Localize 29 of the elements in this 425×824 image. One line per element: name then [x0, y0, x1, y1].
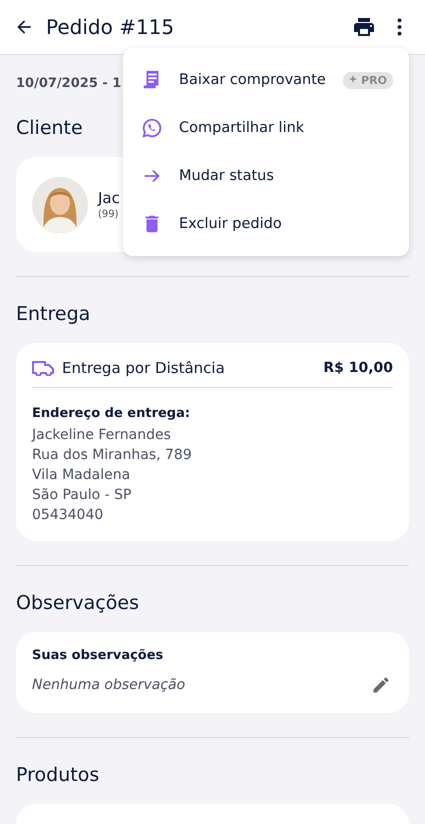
chat-bubble-icon: [141, 117, 163, 139]
section-heading: Cliente: [16, 117, 83, 139]
address-line: Jackeline Fernandes: [32, 426, 172, 445]
delivery-price: R$ 10,00: [323, 360, 393, 376]
menu-item[interactable]: Compartilhar link: [123, 104, 409, 152]
address-line: 05434040: [32, 506, 104, 525]
pencil-icon: [371, 675, 391, 695]
truck-icon: [32, 360, 54, 376]
notes-text: Nenhuma observação: [32, 677, 186, 693]
page-title: Pedido #115: [46, 15, 174, 39]
notes-label: Suas observações: [32, 648, 164, 663]
delivery-method: Entrega por Distância: [62, 359, 225, 377]
order-date: 10/07/2025 - 1: [16, 76, 122, 91]
section-heading: Entrega: [16, 303, 90, 325]
section-heading: Observações: [16, 592, 139, 614]
menu-item[interactable]: Excluir pedido: [123, 200, 409, 248]
client-name: Jac: [98, 189, 120, 207]
more-icon: [397, 18, 402, 36]
printer-icon: [352, 15, 376, 39]
sparkle-icon: [349, 75, 360, 85]
section-heading: Produtos: [16, 764, 100, 786]
address-line: Rua dos Miranhas, 789: [32, 446, 193, 465]
menu-item[interactable]: Mudar status: [123, 152, 409, 200]
address-line: Vila Madalena: [32, 466, 132, 485]
badge-text: PRO: [361, 74, 387, 86]
menu-item[interactable]: Baixar comprovante PRO: [123, 56, 409, 104]
client-phone: (99): [98, 209, 120, 220]
address-label: Endereço de entrega:: [32, 406, 192, 421]
address-line: São Paulo - SP: [32, 486, 132, 505]
